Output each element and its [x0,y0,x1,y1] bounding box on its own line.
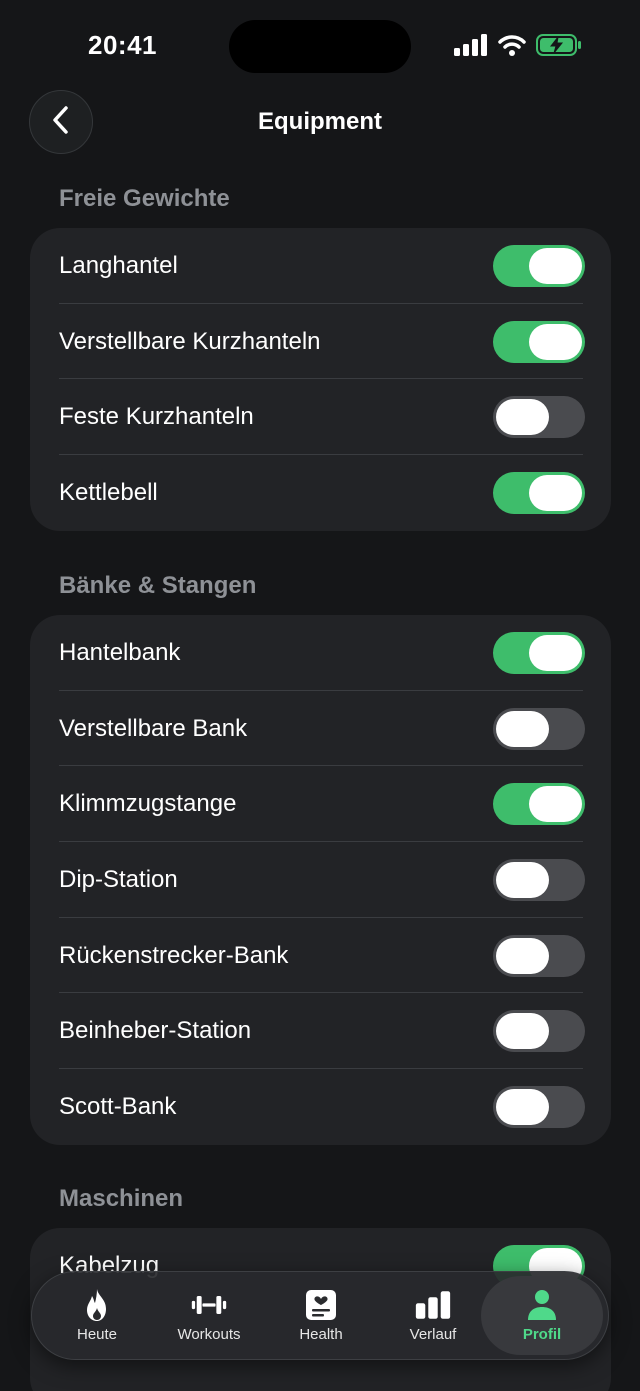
equipment-toggle[interactable] [493,783,585,826]
equipment-toggle[interactable] [493,244,585,287]
toggle-knob [496,710,549,747]
tab-label: Health [299,1326,343,1343]
equipment-toggle[interactable] [493,707,585,750]
status-icons [454,34,582,61]
toggle-knob [529,634,582,671]
section-card-free-weights: Langhantel Verstellbare Kurzhanteln Fest… [30,228,611,531]
equipment-label: Langhantel [59,251,178,279]
person-icon [524,1288,560,1322]
section-title-benches-bars: Bänke & Stangen [59,572,257,599]
equipment-label: Beinheber-Station [59,1017,252,1045]
equipment-label: Verstellbare Kurzhanteln [59,327,321,355]
equipment-row[interactable]: Kettlebell [30,455,611,531]
equipment-row[interactable]: Feste Kurzhanteln [30,379,611,456]
tab-label: Profil [522,1326,562,1343]
equipment-toggle[interactable] [493,1085,585,1128]
toggle-knob [496,1013,549,1050]
section-card-benches-bars: Hantelbank Verstellbare Bank Klimmzugsta… [30,615,611,1145]
page-title: Equipment [258,108,382,135]
bar-chart-icon [415,1288,451,1322]
dynamic-island [229,20,411,73]
equipment-toggle[interactable] [493,934,585,977]
tab-profil[interactable]: Profil [481,1276,603,1355]
health-record-icon [303,1288,339,1322]
equipment-row[interactable]: Verstellbare Bank [30,691,611,767]
flame-icon [79,1288,115,1322]
toggle-knob [496,399,549,436]
equipment-row[interactable]: Verstellbare Kurzhanteln [30,304,611,380]
equipment-label: Verstellbare Bank [59,714,248,742]
dumbbell-icon [191,1288,227,1322]
equipment-label: Rückenstrecker-Bank [59,941,289,969]
tab-label: Verlauf [409,1326,457,1343]
equipment-screen: 20:41 Equipment Freie Gewichte Langhante… [0,0,640,1391]
equipment-toggle[interactable] [493,1010,585,1053]
toggle-knob [529,786,582,823]
toggle-knob [529,247,582,284]
status-time: 20:41 [88,30,157,60]
equipment-row[interactable]: Langhantel [30,228,611,304]
equipment-row[interactable]: Dip-Station [30,842,611,918]
toggle-knob [496,1088,549,1125]
equipment-toggle[interactable] [493,858,585,901]
equipment-row[interactable]: Beinheber-Station [30,993,611,1070]
toggle-knob [496,861,549,898]
tab-verlauf[interactable]: Verlauf [378,1272,488,1359]
tab-label: Heute [76,1326,118,1343]
equipment-label: Kettlebell [59,478,158,506]
tab-heute[interactable]: Heute [42,1272,152,1359]
section-title-machines: Maschinen [59,1185,184,1212]
tab-health[interactable]: Health [266,1272,376,1359]
section-title-free-weights: Freie Gewichte [59,185,230,212]
equipment-row[interactable]: Hantelbank [30,615,611,691]
equipment-toggle[interactable] [493,631,585,674]
equipment-toggle[interactable] [493,396,585,439]
toggle-knob [496,937,549,974]
equipment-row[interactable]: Scott-Bank [30,1069,611,1145]
wifi-icon [498,34,526,61]
battery-charging-icon [536,34,582,61]
tab-label: Workouts [177,1326,241,1343]
tab-workouts[interactable]: Workouts [154,1272,264,1359]
tab-bar: Heute Workouts Health Verlauf Profil [31,1271,609,1360]
equipment-label: Hantelbank [59,638,181,666]
equipment-label: Klimmzugstange [59,790,237,818]
signal-icon [454,34,488,61]
equipment-row[interactable]: Klimmzugstange [30,766,611,843]
equipment-toggle[interactable] [493,320,585,363]
equipment-label: Dip-Station [59,865,178,893]
equipment-toggle[interactable] [493,471,585,514]
equipment-label: Feste Kurzhanteln [59,403,254,431]
equipment-label: Scott-Bank [59,1092,177,1120]
toggle-knob [529,474,582,511]
equipment-row[interactable]: Rückenstrecker-Bank [30,918,611,994]
toggle-knob [529,323,582,360]
